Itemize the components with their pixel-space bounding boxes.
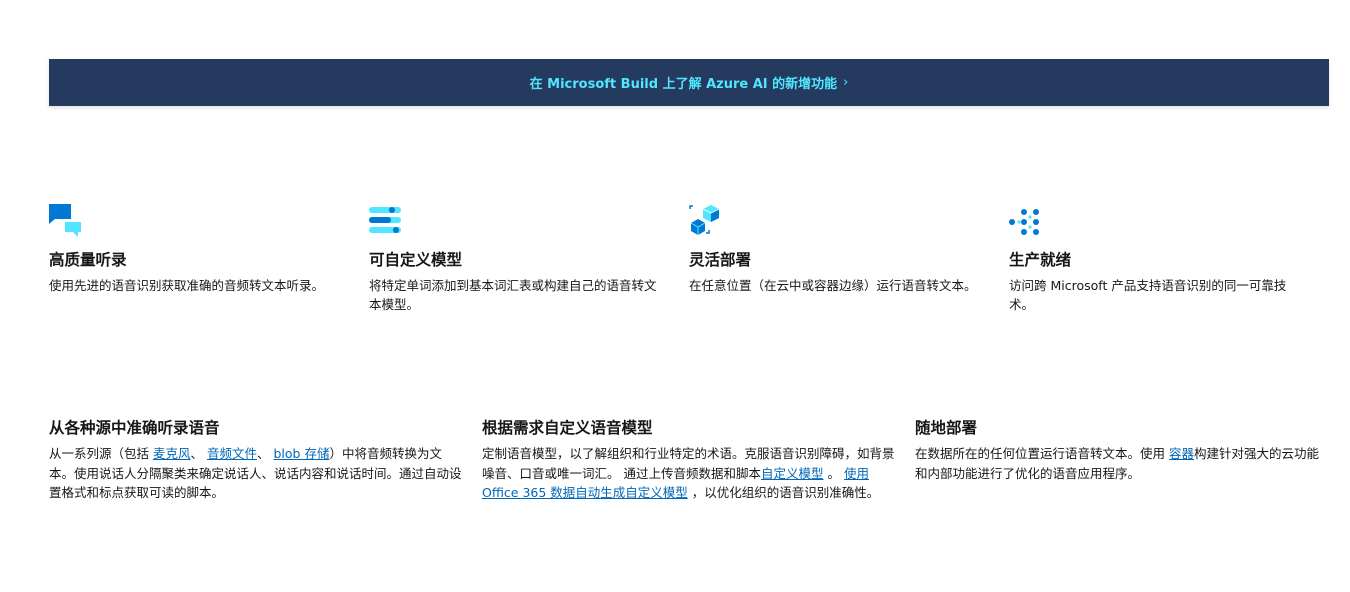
detail-text-segment: 从一系列源（包括 (49, 446, 153, 461)
feature-list: 高质量听录 使用先进的语音识别获取准确的音频转文本听录。 可自定义模型 将特定单… (49, 204, 1329, 314)
detail-text-segment: 在数据所在的任何位置运行语音转文本。使用 (915, 446, 1169, 461)
feature-title: 灵活部署 (689, 251, 752, 269)
containers-link[interactable]: 容器 (1169, 446, 1194, 461)
microphone-link[interactable]: 麦克风 (153, 446, 191, 461)
chevron-right-icon: › (843, 75, 849, 90)
feature-title: 可自定义模型 (369, 251, 463, 269)
feature-description: 在任意位置（在云中或容器边缘）运行语音转文本。 (689, 278, 977, 293)
banner-text: 在 Microsoft Build 上了解 Azure AI 的新增功能 (529, 77, 838, 92)
feature-production-ready: 生产就绪 访问跨 Microsoft 产品支持语音识别的同一可靠技术。 (1009, 204, 1329, 314)
detail-text: 定制语音模型，以了解组织和行业特定的术语。克服语音识别障碍，如背景噪音、口音或唯… (482, 444, 895, 503)
feature-description: 访问跨 Microsoft 产品支持语音识别的同一可靠技术。 (1009, 278, 1287, 312)
detail-title: 根据需求自定义语音模型 (482, 419, 653, 437)
detail-text: 从一系列源（包括 麦克风、 音频文件、 blob 存储）中将音频转换为文本。使用… (49, 444, 462, 503)
detail-deploy-anywhere: 随地部署 在数据所在的任何位置运行语音转文本。使用 容器构建针对强大的云功能和内… (915, 418, 1329, 503)
announcement-banner: 在 Microsoft Build 上了解 Azure AI 的新增功能 › (49, 59, 1329, 106)
banner-link[interactable]: 在 Microsoft Build 上了解 Azure AI 的新增功能 › (530, 73, 849, 92)
custom-model-link[interactable]: 自定义模型 (761, 466, 824, 481)
detail-title: 从各种源中准确听录语音 (49, 419, 220, 437)
feature-title: 高质量听录 (49, 251, 127, 269)
feature-description: 使用先进的语音识别获取准确的音频转文本听录。 (49, 278, 325, 293)
detail-text-segment: 、 (257, 446, 274, 461)
chat-bubbles-icon (49, 204, 81, 237)
detail-text-segment: ，以优化组织的语音识别准确性。 (687, 485, 880, 500)
detail-title: 随地部署 (915, 419, 978, 437)
feature-description: 将特定单词添加到基本词汇表或构建自己的语音转文本模型。 (369, 278, 657, 312)
sliders-icon (369, 207, 401, 233)
detail-list: 从各种源中准确听录语音 从一系列源（包括 麦克风、 音频文件、 blob 存储）… (49, 418, 1329, 503)
detail-text: 在数据所在的任何位置运行语音转文本。使用 容器构建针对强大的云功能和内部功能进行… (915, 444, 1329, 483)
feature-high-quality-transcription: 高质量听录 使用先进的语音识别获取准确的音频转文本听录。 (49, 204, 369, 314)
feature-flexible-deployment: 灵活部署 在任意位置（在云中或容器边缘）运行语音转文本。 (689, 204, 1009, 314)
detail-customize-models: 根据需求自定义语音模型 定制语音模型，以了解组织和行业特定的术语。克服语音识别障… (482, 418, 915, 503)
detail-text-segment: 。 (823, 465, 844, 481)
blob-storage-link[interactable]: blob 存储 (273, 446, 329, 461)
detail-text-segment: 、 (190, 446, 207, 461)
audio-files-link[interactable]: 音频文件 (207, 446, 257, 461)
detail-accurate-transcription: 从各种源中准确听录语音 从一系列源（包括 麦克风、 音频文件、 blob 存储）… (49, 418, 482, 503)
cubes-icon (689, 205, 720, 235)
feature-title: 生产就绪 (1009, 251, 1072, 269)
feature-customizable-models: 可自定义模型 将特定单词添加到基本词汇表或构建自己的语音转文本模型。 (369, 204, 689, 314)
dot-grid-icon (1009, 209, 1039, 235)
